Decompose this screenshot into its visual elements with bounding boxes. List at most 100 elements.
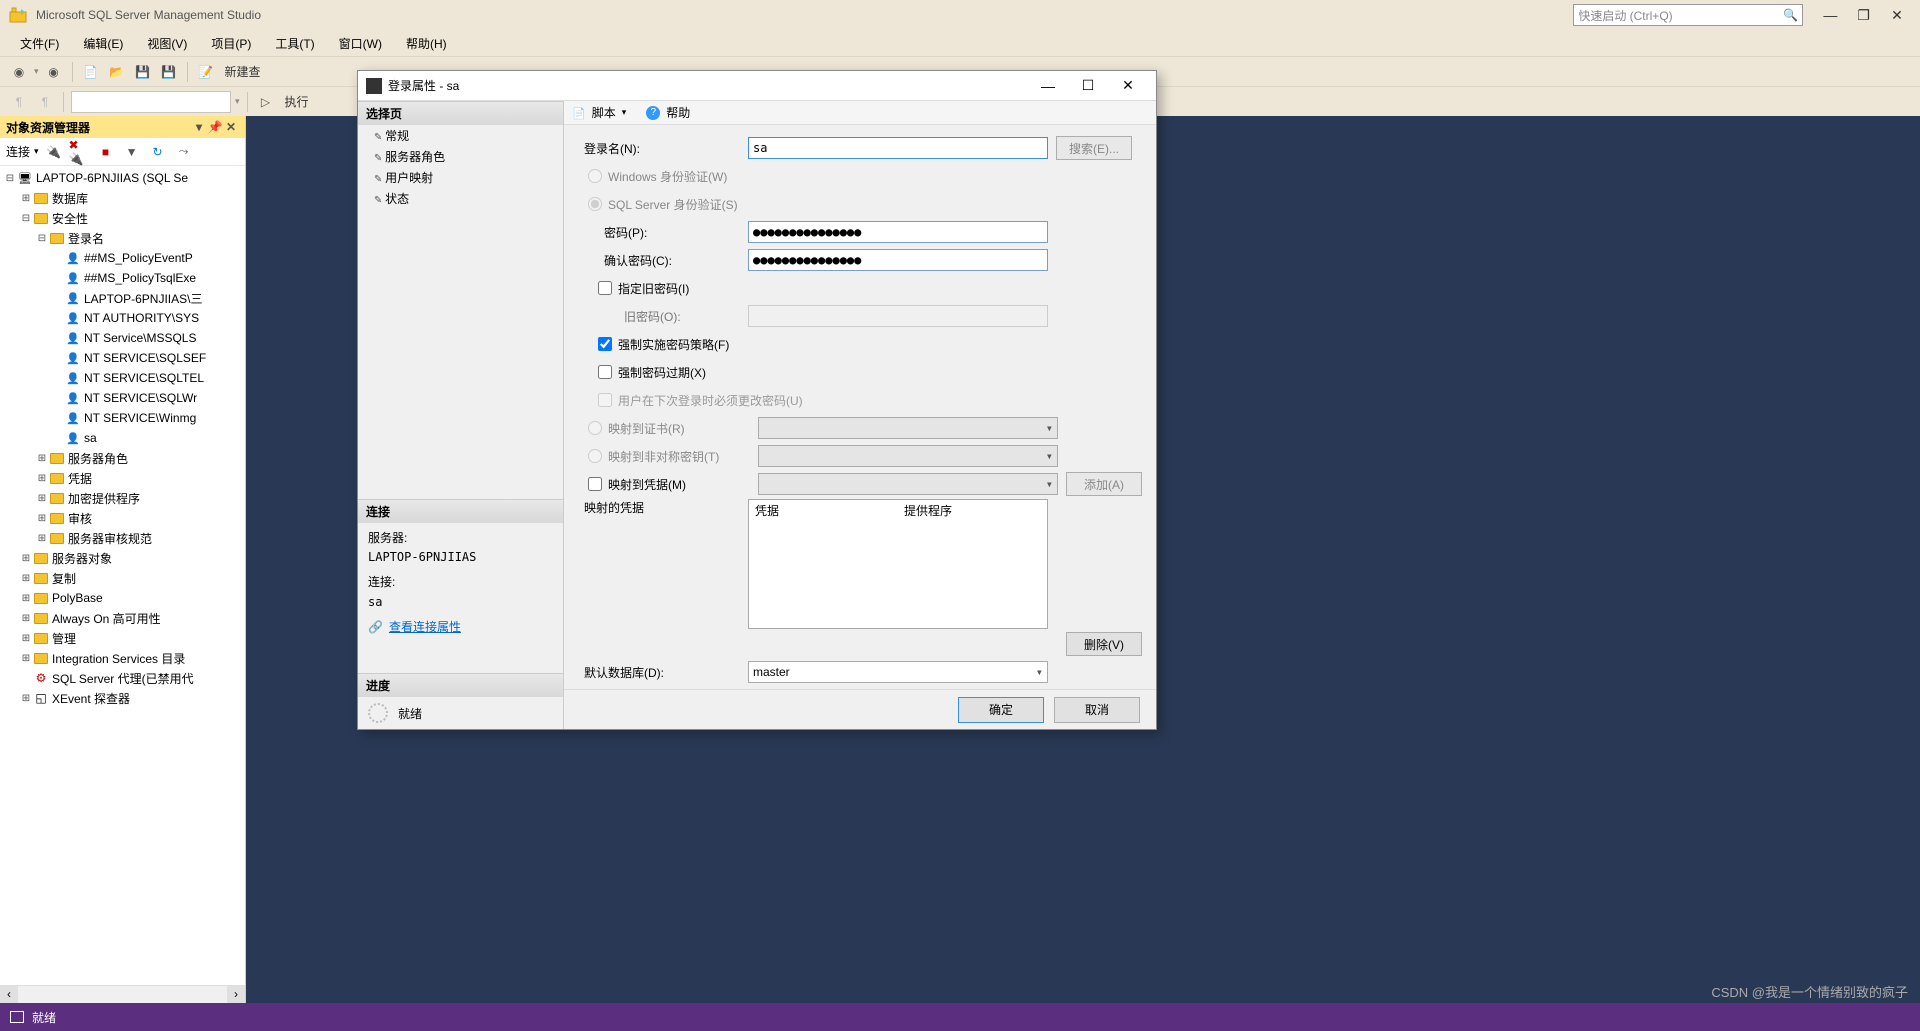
tree-polybase[interactable]: ⊞PolyBase bbox=[0, 588, 245, 608]
tree-crypto[interactable]: ⊞加密提供程序 bbox=[0, 488, 245, 508]
app-title: Microsoft SQL Server Management Studio bbox=[36, 8, 1573, 22]
dialog-close-button[interactable]: ✕ bbox=[1108, 77, 1148, 94]
login-name-input[interactable] bbox=[748, 137, 1048, 159]
enforce-expire-checkbox[interactable] bbox=[598, 365, 612, 379]
scroll-left-icon[interactable]: ‹ bbox=[0, 986, 18, 1004]
quicklaunch-input[interactable]: 快速启动 (Ctrl+Q) 🔍 bbox=[1573, 4, 1803, 26]
page-status[interactable]: 状态 bbox=[358, 188, 563, 209]
stop-icon[interactable]: ■ bbox=[95, 141, 117, 163]
connection-label: 连接: bbox=[368, 573, 553, 592]
help-button[interactable]: 帮助 bbox=[666, 104, 690, 121]
close-pane-icon[interactable]: ✕ bbox=[223, 120, 239, 134]
enforce-policy-label: 强制实施密码策略(F) bbox=[618, 336, 729, 353]
nav-back-icon[interactable]: ◉ bbox=[8, 61, 30, 83]
tree-server-root[interactable]: ⊟LAPTOP-6PNJIIAS (SQL Se bbox=[0, 168, 245, 188]
execute-icon[interactable]: ▷ bbox=[255, 91, 277, 113]
tree-credentials[interactable]: ⊞凭据 bbox=[0, 468, 245, 488]
tree-login-2[interactable]: LAPTOP-6PNJIIAS\三 bbox=[0, 288, 245, 308]
pin-icon[interactable]: 📌 bbox=[207, 120, 223, 134]
menu-window[interactable]: 窗口(W) bbox=[329, 33, 392, 54]
tree-login-0[interactable]: ##MS_PolicyEventP bbox=[0, 248, 245, 268]
save-icon[interactable]: 💾 bbox=[132, 61, 154, 83]
tree-login-1[interactable]: ##MS_PolicyTsqlExe bbox=[0, 268, 245, 288]
database-combo[interactable] bbox=[71, 91, 231, 113]
execute-button[interactable]: 执行 bbox=[281, 93, 313, 110]
cancel-button[interactable]: 取消 bbox=[1054, 697, 1140, 723]
tree-login-5[interactable]: NT SERVICE\SQLSEF bbox=[0, 348, 245, 368]
dialog-toolbar: 脚本 ▾ ? 帮助 bbox=[564, 101, 1156, 125]
page-usermapping[interactable]: 用户映射 bbox=[358, 167, 563, 188]
quicklaunch-placeholder: 快速启动 (Ctrl+Q) bbox=[1578, 7, 1783, 24]
tree-replication[interactable]: ⊞复制 bbox=[0, 568, 245, 588]
tree-server-objects[interactable]: ⊞服务器对象 bbox=[0, 548, 245, 568]
connect-label[interactable]: 连接 bbox=[6, 143, 30, 160]
menu-tools[interactable]: 工具(T) bbox=[265, 33, 324, 54]
connect-icon[interactable]: 🔌 bbox=[43, 141, 65, 163]
tree-management[interactable]: ⊞管理 bbox=[0, 628, 245, 648]
tree-intsvc[interactable]: ⊞Integration Services 目录 bbox=[0, 648, 245, 668]
objexp-hscroll[interactable]: ‹ › bbox=[0, 985, 245, 1003]
menu-file[interactable]: 文件(F) bbox=[10, 33, 69, 54]
menu-project[interactable]: 项目(P) bbox=[201, 33, 261, 54]
tree-login-3[interactable]: NT AUTHORITY\SYS bbox=[0, 308, 245, 328]
script-button[interactable]: 脚本 bbox=[592, 104, 616, 121]
newquery-button[interactable]: 新建查 bbox=[221, 63, 265, 80]
cred-grid[interactable]: 凭据 提供程序 bbox=[748, 499, 1048, 629]
map-cred-checkbox[interactable] bbox=[588, 477, 602, 491]
ok-button[interactable]: 确定 bbox=[958, 697, 1044, 723]
tree-audit[interactable]: ⊞审核 bbox=[0, 508, 245, 528]
page-serverroles[interactable]: 服务器角色 bbox=[358, 146, 563, 167]
close-button[interactable]: ✕ bbox=[1882, 7, 1912, 24]
refresh-icon[interactable]: ↻ bbox=[147, 141, 169, 163]
default-db-combo[interactable]: master bbox=[748, 661, 1048, 683]
open-icon[interactable]: 📂 bbox=[106, 61, 128, 83]
nav-fwd-icon[interactable]: ◉ bbox=[43, 61, 65, 83]
tree-security[interactable]: ⊟安全性 bbox=[0, 208, 245, 228]
minimize-button[interactable]: — bbox=[1815, 7, 1845, 23]
tree-server-audit[interactable]: ⊞服务器审核规范 bbox=[0, 528, 245, 548]
objexp-header: 对象资源管理器 ▾ 📌 ✕ bbox=[0, 116, 245, 138]
password-input[interactable] bbox=[748, 221, 1048, 243]
new-icon[interactable]: 📄 bbox=[80, 61, 102, 83]
dialog-minimize-button[interactable]: — bbox=[1028, 78, 1068, 94]
filter-icon[interactable]: ▼ bbox=[121, 141, 143, 163]
enforce-policy-checkbox[interactable] bbox=[598, 337, 612, 351]
tree-login-4[interactable]: NT Service\MSSQLS bbox=[0, 328, 245, 348]
tree-login-6[interactable]: NT SERVICE\SQLTEL bbox=[0, 368, 245, 388]
view-connection-link[interactable]: 查看连接属性 bbox=[389, 618, 461, 637]
confirm-input[interactable] bbox=[748, 249, 1048, 271]
scroll-right-icon[interactable]: › bbox=[227, 986, 245, 1004]
oldpwd-checkbox[interactable] bbox=[598, 281, 612, 295]
dialog-maximize-button[interactable]: ☐ bbox=[1068, 77, 1108, 94]
map-asym-radio bbox=[588, 449, 602, 463]
indent-icon[interactable]: ¶ bbox=[8, 91, 30, 113]
newquery-icon[interactable]: 📝 bbox=[195, 61, 217, 83]
tree-logins[interactable]: ⊟登录名 bbox=[0, 228, 245, 248]
activity-icon[interactable]: ⤳ bbox=[173, 141, 195, 163]
tree-login-9[interactable]: sa bbox=[0, 428, 245, 448]
tree-databases[interactable]: ⊞数据库 bbox=[0, 188, 245, 208]
page-general[interactable]: 常规 bbox=[358, 125, 563, 146]
tree-alwayson[interactable]: ⊞Always On 高可用性 bbox=[0, 608, 245, 628]
save-all-icon[interactable]: 💾 bbox=[158, 61, 180, 83]
tree-login-8[interactable]: NT SERVICE\Winmg bbox=[0, 408, 245, 428]
winauth-label: Windows 身份验证(W) bbox=[608, 168, 727, 185]
search-button: 搜索(E)... bbox=[1056, 136, 1132, 160]
connection-props-icon: 🔗 bbox=[368, 618, 383, 637]
tree-server-roles[interactable]: ⊞服务器角色 bbox=[0, 448, 245, 468]
map-cert-radio bbox=[588, 421, 602, 435]
tree-agent[interactable]: ⚙SQL Server 代理(已禁用代 bbox=[0, 668, 245, 688]
disconnect-icon[interactable]: ✖🔌 bbox=[69, 141, 91, 163]
dropdown-icon[interactable]: ▾ bbox=[191, 120, 207, 134]
tree-xevent[interactable]: ⊞◱XEvent 探查器 bbox=[0, 688, 245, 708]
tree-login-7[interactable]: NT SERVICE\SQLWr bbox=[0, 388, 245, 408]
remove-button[interactable]: 删除(V) bbox=[1066, 632, 1142, 656]
add-button: 添加(A) bbox=[1066, 472, 1142, 496]
maximize-button[interactable]: ❐ bbox=[1849, 7, 1879, 24]
progress-status: 就绪 bbox=[398, 705, 422, 722]
menu-help[interactable]: 帮助(H) bbox=[396, 33, 457, 54]
objexp-tree[interactable]: ⊟LAPTOP-6PNJIIAS (SQL Se⊞数据库⊟安全性⊟登录名 ##M… bbox=[0, 166, 245, 985]
menu-edit[interactable]: 编辑(E) bbox=[73, 33, 133, 54]
menu-view[interactable]: 视图(V) bbox=[137, 33, 197, 54]
outdent-icon[interactable]: ¶ bbox=[34, 91, 56, 113]
